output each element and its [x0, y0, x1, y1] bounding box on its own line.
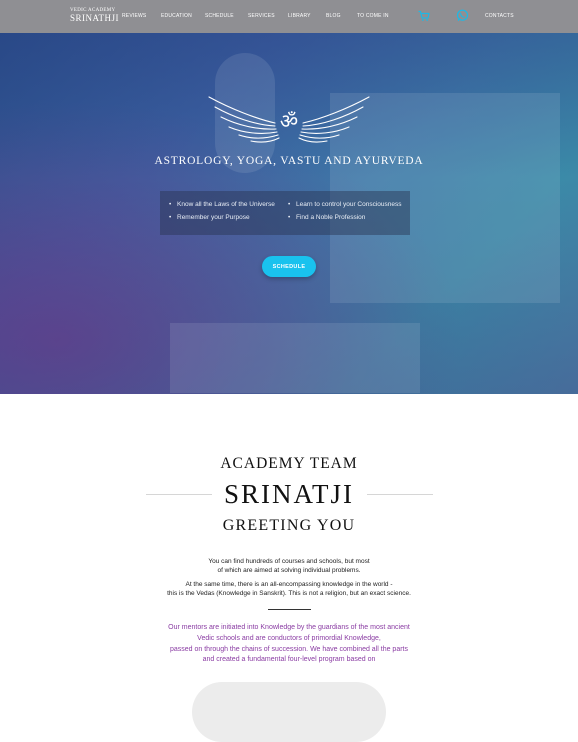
hero-title: ASTROLOGY, YOGA, VASTU AND AYURVEDA [154, 155, 424, 167]
hero-section: ॐ ASTROLOGY, YOGA, VASTU AND AYURVEDA Kn… [0, 33, 578, 394]
schedule-button[interactable]: SCHEDULE [262, 256, 316, 277]
hero-bullet: Find a Noble Profession [288, 214, 365, 221]
hero-background-table [170, 323, 420, 393]
nav-education[interactable]: EDUCATION [161, 13, 192, 19]
section-heading-name: SRINATJI [223, 479, 354, 509]
hero-bullet: Learn to control your Consciousness [288, 201, 401, 208]
svg-text:ॐ: ॐ [280, 109, 298, 133]
nav-schedule[interactable]: SCHEDULE [205, 13, 234, 19]
nav-reviews[interactable]: REVIEWS [122, 13, 146, 19]
cart-icon[interactable] [418, 10, 430, 22]
paragraph-line: You can find hundreds of courses and sch… [208, 558, 370, 565]
nav-contacts[interactable]: CONTACTS [485, 13, 514, 19]
heading-rule-right [367, 494, 433, 495]
hero-bullet-list: Know all the Laws of the Universe Learn … [160, 191, 410, 235]
hero-bullet: Remember your Purpose [169, 214, 250, 221]
intro-paragraph-2: At the same time, there is an all-encomp… [0, 581, 578, 598]
nav-to-come-in[interactable]: TO COME IN [357, 13, 389, 19]
nav-library[interactable]: LIBRARY [288, 13, 311, 19]
paragraph-line: Vedic schools and are conductors of prim… [197, 634, 381, 642]
paragraph-line: passed on through the chains of successi… [169, 645, 408, 653]
nav-blog[interactable]: BLOG [326, 13, 341, 19]
top-header: VEDIC ACADEMY SRINATHJI REVIEWS EDUCATIO… [0, 0, 578, 33]
paragraph-line: Our mentors are initiated into Knowledge… [168, 624, 410, 631]
paragraph-line: this is the Vedas (Knowledge in Sanskrit… [167, 589, 411, 597]
whatsapp-icon[interactable] [456, 9, 469, 22]
section-heading-line3: GREETING YOU [222, 517, 356, 534]
nav-services[interactable]: SERVICES [248, 13, 275, 19]
section-divider [268, 609, 311, 610]
paragraph-line: and created a fundamental four-level pro… [202, 656, 376, 664]
paragraph-line: At the same time, there is an all-encomp… [185, 581, 393, 588]
intro-paragraph-1: You can find hundreds of courses and sch… [0, 558, 578, 575]
section-heading-line1: ACADEMY TEAM [220, 455, 358, 472]
mentors-paragraph: Our mentors are initiated into Knowledge… [0, 623, 578, 666]
program-card [192, 682, 386, 742]
hero-bullet: Know all the Laws of the Universe [169, 201, 275, 208]
main-nav: REVIEWS EDUCATION SCHEDULE SERVICES LIBR… [0, 13, 578, 23]
paragraph-line: of which are aimed at solving individual… [217, 566, 361, 574]
